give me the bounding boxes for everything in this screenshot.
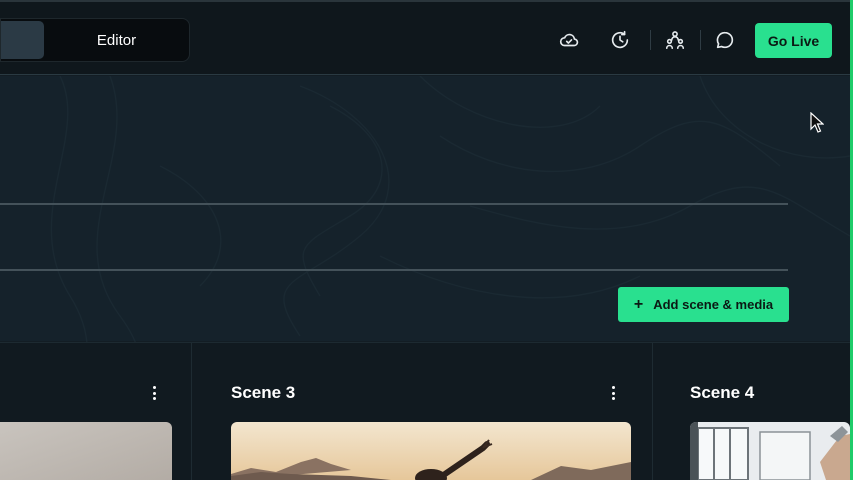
scene-divider: [191, 343, 192, 480]
scene-thumbnail[interactable]: [231, 422, 631, 480]
history-icon[interactable]: [608, 28, 632, 52]
editor-tab-label: Editor: [96, 31, 137, 49]
top-bar: Editor Go Live: [0, 0, 850, 75]
scene-title: Scene 3: [231, 383, 296, 402]
add-scene-label: Add scene & media: [653, 297, 774, 312]
go-live-button[interactable]: Go Live: [755, 23, 832, 58]
toolbar-separator: [650, 30, 651, 50]
comment-icon[interactable]: [713, 28, 737, 52]
scene-thumbnail[interactable]: [690, 422, 850, 480]
mode-tab-editor[interactable]: Editor: [45, 21, 188, 59]
cloud-icon[interactable]: [557, 28, 581, 52]
toolbar-separator: [700, 30, 701, 50]
mouse-cursor-icon: [810, 112, 824, 133]
scene-menu-icon[interactable]: [149, 384, 159, 402]
track-divider: [0, 203, 788, 205]
track-divider: [0, 269, 788, 271]
scene-divider: [652, 343, 653, 480]
mode-tab-previous[interactable]: [1, 21, 44, 59]
collaborators-icon[interactable]: [663, 28, 687, 52]
scene-title: Scene 4: [690, 383, 755, 402]
scene-menu-icon[interactable]: [608, 384, 618, 402]
add-scene-button[interactable]: + Add scene & media: [618, 287, 789, 322]
plus-icon: +: [633, 295, 644, 313]
scene-thumbnail[interactable]: [0, 422, 172, 480]
mode-switch: Editor: [0, 18, 190, 62]
